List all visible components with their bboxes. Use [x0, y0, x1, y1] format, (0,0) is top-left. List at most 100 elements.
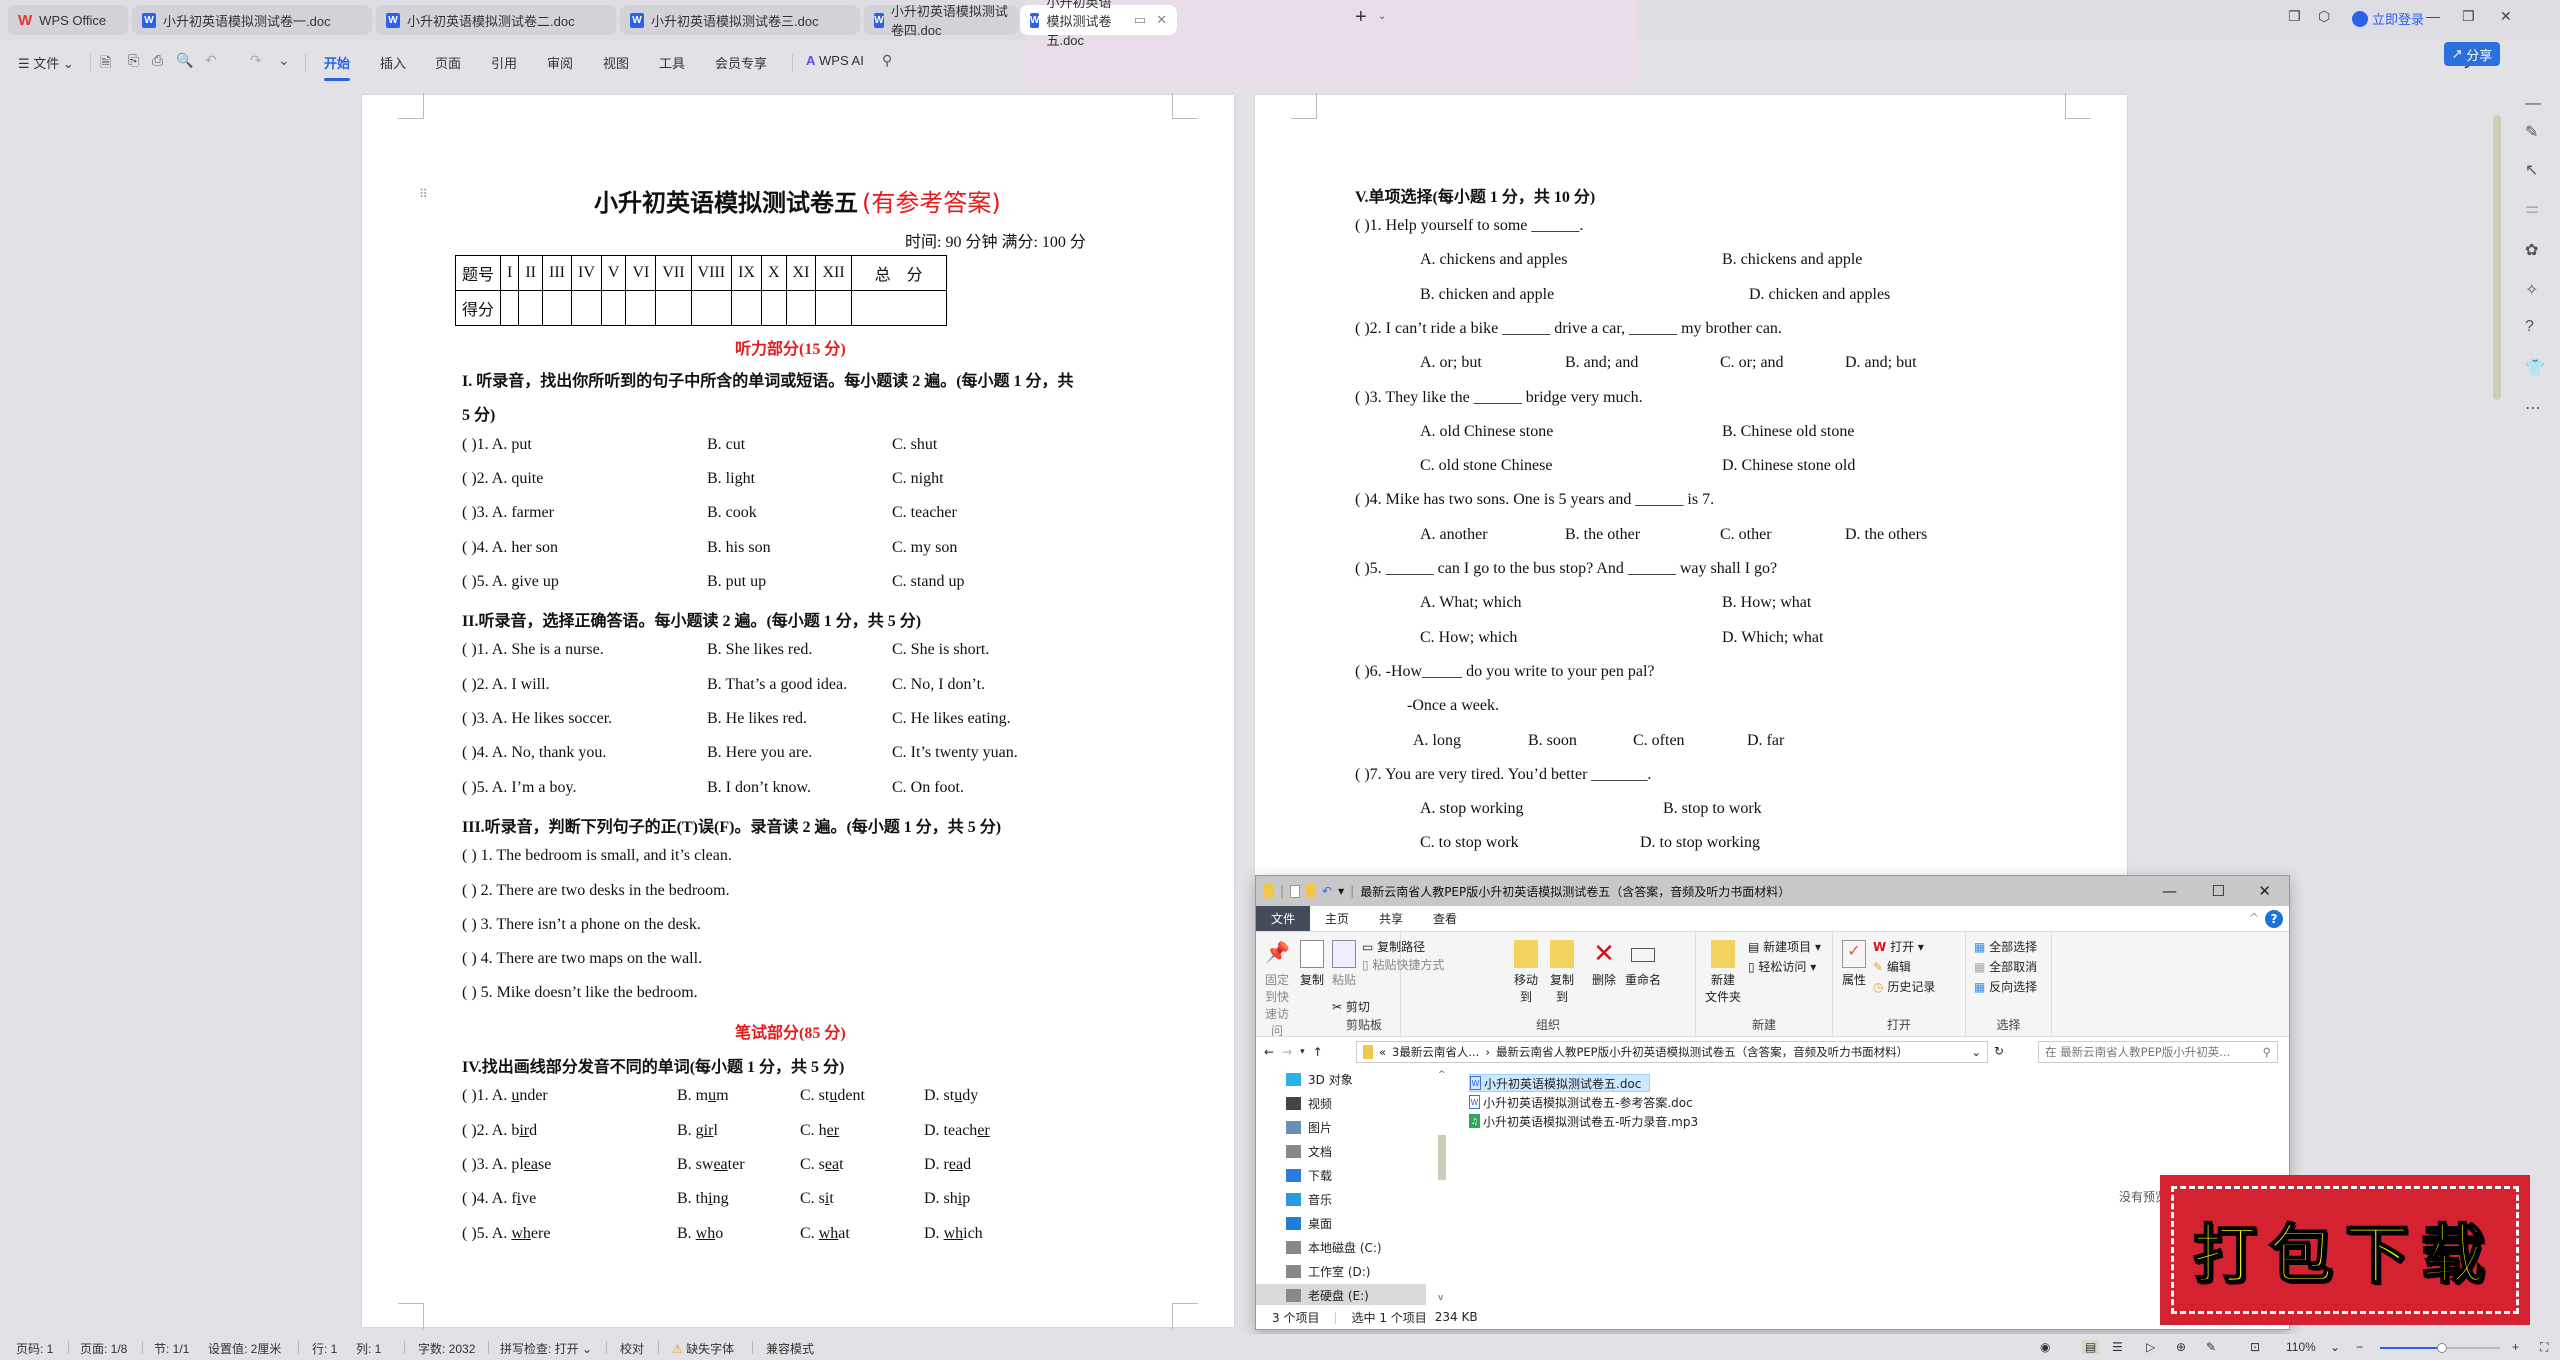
pin-quick-access-button[interactable]: 📌 固定到快速访问 — [1260, 940, 1294, 1039]
explorer-close-icon[interactable]: ✕ — [2258, 882, 2271, 900]
close-window-icon[interactable]: ✕ — [2500, 8, 2512, 25]
theme-shirt-icon[interactable]: 👕 — [2525, 358, 2545, 378]
ribbon-tab-review[interactable]: 审阅 — [547, 53, 573, 72]
restore-icon[interactable]: ❐ — [2462, 8, 2475, 25]
explorer-help-icon[interactable]: ? — [2265, 910, 2283, 928]
address-dropdown-icon[interactable]: ⌄ — [1971, 1045, 1981, 1059]
pin-window-icon[interactable]: ▭ — [1134, 12, 1146, 28]
print-preview-icon[interactable]: 🔍 — [176, 52, 193, 69]
minimize-icon[interactable]: — — [2426, 8, 2440, 24]
menu-view[interactable]: 查看 — [1418, 906, 1472, 931]
quick-access-chevron-icon[interactable]: ⌄ — [278, 52, 290, 69]
outline-view-icon[interactable]: ☰ — [2112, 1340, 2123, 1354]
ribbon-tab-view[interactable]: 视图 — [603, 53, 629, 72]
new-folder-qat-icon[interactable] — [1306, 884, 1317, 898]
login-button[interactable]: 立即登录 — [2352, 9, 2424, 28]
ribbon-tab-insert[interactable]: 插入 — [380, 53, 406, 72]
move-to-button[interactable]: 移动到 — [1509, 940, 1543, 1005]
nav-item[interactable]: 桌面 — [1286, 1212, 1332, 1234]
open-button[interactable]: W 打开 ▾ — [1873, 938, 1963, 955]
nav-item[interactable]: 工作室 (D:) — [1286, 1260, 1370, 1282]
history-button[interactable]: ◷ 历史记录 — [1873, 978, 1963, 995]
explorer-minimize-icon[interactable]: — — [2162, 882, 2177, 900]
save-icon[interactable]: 🗎 — [100, 52, 111, 76]
zoom-in-icon[interactable]: + — [2512, 1340, 2519, 1354]
adjust-sliders-icon[interactable]: ⚌ — [2525, 198, 2539, 218]
back-arrow-icon[interactable]: ← — [1264, 1045, 1274, 1059]
spell-check-toggle[interactable]: 拼写检查: 打开 ⌄ — [500, 1340, 592, 1357]
easy-access-button[interactable]: ▯ 轻松访问 ▾ — [1748, 958, 1838, 975]
zoom-slider-knob[interactable] — [2437, 1343, 2448, 1353]
reading-mode-eye-icon[interactable]: ◉ — [2040, 1340, 2050, 1354]
file-list-item[interactable]: W 小升初英语模拟测试卷五-参考答案.doc — [1469, 1093, 1701, 1111]
nav-item[interactable]: 老硬盘 (E:) — [1256, 1284, 1426, 1306]
status-section[interactable]: 节: 1/1 — [154, 1340, 189, 1357]
print-icon[interactable]: ⎙ — [152, 52, 163, 69]
missing-font-button[interactable]: ⚠ 缺失字体 — [672, 1340, 734, 1357]
address-box[interactable]: « 3最新云南省人... › 最新云南省人教PEP版小升初英语模拟测试卷五（含答… — [1356, 1041, 1988, 1063]
file-list-item[interactable]: W 小升初英语模拟测试卷五.doc — [1469, 1074, 1651, 1092]
tab-list-chevron-icon[interactable]: ⌄ — [1378, 11, 1386, 22]
cube-icon[interactable]: ⬡ — [2318, 8, 2330, 25]
package-download-stamp[interactable]: 打包下载 — [2160, 1175, 2530, 1325]
help-icon[interactable]: ? — [2525, 318, 2534, 336]
delete-button[interactable]: ✕ 删除 — [1589, 940, 1619, 988]
ribbon-tab-page[interactable]: 页面 — [435, 53, 461, 72]
file-menu[interactable]: ☰ 文件 ⌄ — [18, 53, 74, 72]
copy-to-button[interactable]: 复制到 — [1545, 940, 1579, 1005]
recent-locations-icon[interactable]: ▾ — [1300, 1047, 1305, 1057]
breadcrumb-current[interactable]: 最新云南省人教PEP版小升初英语模拟测试卷五（含答案，音频及听力书面材料） — [1496, 1044, 1908, 1060]
eye-care-brush-icon[interactable]: ✎ — [2206, 1340, 2216, 1354]
zoom-dropdown-icon[interactable]: ⌄ — [2330, 1340, 2340, 1354]
forward-arrow-icon[interactable]: → — [1282, 1045, 1292, 1059]
menu-share[interactable]: 共享 — [1364, 906, 1418, 931]
vertical-scrollbar[interactable] — [2493, 115, 2501, 400]
rename-button[interactable]: 重命名 — [1623, 940, 1663, 988]
drag-handle-icon[interactable]: ⠿ — [419, 187, 428, 202]
zoom-out-icon[interactable]: − — [2356, 1340, 2363, 1354]
status-pages[interactable]: 页面: 1/8 — [80, 1340, 127, 1357]
undo-icon[interactable]: ↶ — [205, 52, 217, 69]
zoom-slider[interactable] — [2380, 1343, 2500, 1353]
new-tab-plus-icon[interactable]: + — [1355, 6, 1367, 29]
status-setting[interactable]: 设置值: 2厘米 — [208, 1340, 281, 1357]
search-icon[interactable]: ⚲ — [882, 52, 892, 69]
nav-item[interactable]: 视频 — [1286, 1092, 1332, 1114]
paste-button[interactable]: 粘贴 — [1330, 940, 1358, 988]
close-tab-icon[interactable]: ✕ — [1156, 12, 1167, 28]
tab-doc-4[interactable]: W 小升初英语模拟测试卷四.doc — [864, 4, 1019, 38]
explorer-maximize-icon[interactable]: ☐ — [2212, 882, 2225, 900]
new-item-button[interactable]: ▤ 新建项目 ▾ — [1748, 938, 1838, 955]
ribbon-tab-home[interactable]: 开始 — [324, 53, 351, 81]
ribbon-tab-references[interactable]: 引用 — [491, 53, 517, 72]
share-button[interactable]: ↗ 分享 — [2444, 42, 2500, 66]
properties-qat-icon[interactable] — [1290, 884, 1301, 898]
nav-item[interactable]: 图片 — [1286, 1116, 1332, 1138]
edit-button[interactable]: ✎ 编辑 — [1873, 958, 1963, 975]
more-options-icon[interactable]: ⋯ — [2525, 398, 2541, 418]
ribbon-tab-member[interactable]: 会员专享 — [715, 53, 767, 72]
select-arrow-icon[interactable]: ↖ — [2525, 160, 2538, 180]
proofread-button[interactable]: 校对 — [620, 1340, 644, 1357]
nav-item[interactable]: 下载 — [1286, 1164, 1332, 1186]
nav-item[interactable]: 音乐 — [1286, 1188, 1332, 1210]
redo-icon[interactable]: ↷ — [250, 52, 262, 69]
web-view-globe-icon[interactable]: ⊕ — [2176, 1340, 2186, 1354]
tab-wps-home[interactable]: W WPS Office — [8, 5, 128, 35]
qat-chevron-icon[interactable]: ▾ — [1338, 884, 1344, 898]
magic-tools-icon[interactable]: ✧ — [2525, 280, 2538, 300]
refresh-icon[interactable]: ↻ — [1994, 1044, 2004, 1058]
undo-qat-icon[interactable]: ↶ — [1322, 884, 1332, 898]
page-view-icon[interactable]: ▤ — [2082, 1340, 2100, 1354]
fullscreen-icon[interactable]: ⛶ — [2540, 1340, 2548, 1355]
nav-pane-scrollbar[interactable]: ^ v — [1436, 1070, 1448, 1305]
status-word-count[interactable]: 字数: 2032 — [418, 1340, 475, 1357]
nav-item[interactable]: 3D 对象 — [1286, 1068, 1353, 1090]
up-arrow-icon[interactable]: ↑ — [1313, 1045, 1323, 1059]
menu-file[interactable]: 文件 — [1256, 906, 1311, 931]
tab-doc-2[interactable]: W 小升初英语模拟测试卷二.doc — [376, 5, 616, 35]
explorer-search-input[interactable]: 在 最新云南省人教PEP版小升初英... ⚲ — [2038, 1041, 2278, 1063]
play-slideshow-icon[interactable]: ▷ — [2146, 1340, 2155, 1354]
nav-item[interactable]: 文档 — [1286, 1140, 1332, 1162]
style-icon[interactable]: ✿ — [2525, 240, 2538, 260]
